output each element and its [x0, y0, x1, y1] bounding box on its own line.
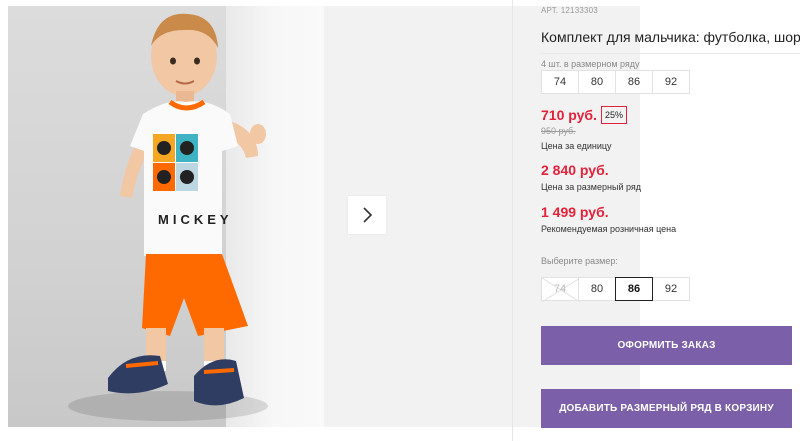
product-title: Комплект для мальчика: футболка, шорты [541, 29, 800, 45]
size-range-caption: 4 шт. в размерном ряду [541, 59, 640, 69]
rrp-price: 1 499 руб. [541, 204, 609, 220]
size-picker: 74 80 86 92 [541, 277, 690, 302]
unit-price: 710 руб. [541, 107, 597, 123]
size-option-label: 80 [590, 283, 604, 295]
chevron-right-icon [363, 207, 373, 223]
product-details: АРТ. 12133303 Комплект для мальчика: фут… [541, 0, 800, 441]
product-sku: АРТ. 12133303 [541, 6, 598, 15]
unit-price-caption: Цена за единицу [541, 141, 612, 151]
add-range-to-cart-button[interactable]: ДОБАВИТЬ РАЗМЕРНЫЙ РЯД В КОРЗИНУ [541, 389, 792, 428]
range-size-cell: 74 [541, 70, 579, 94]
size-option[interactable]: 92 [652, 277, 690, 301]
discount-badge: 25% [600, 106, 627, 124]
old-price: 950 руб. [541, 126, 576, 136]
size-option-label: 86 [627, 283, 641, 295]
rrp-price-caption: Рекомендуемая розничная цена [541, 224, 677, 234]
tshirt-print-text: MICKEY [158, 212, 233, 227]
size-option-unavailable: 74 [541, 277, 580, 302]
place-order-button[interactable]: ОФОРМИТЬ ЗАКАЗ [541, 326, 792, 365]
child-figure: MICKEY [108, 13, 266, 406]
range-price-caption: Цена за размерный ряд [541, 182, 642, 192]
range-size-cell: 80 [578, 70, 616, 94]
range-price: 2 840 руб. [541, 162, 609, 178]
range-size-cell: 92 [652, 70, 690, 94]
product-photo[interactable]: MICKEY [8, 6, 324, 427]
next-image-button[interactable] [348, 196, 386, 234]
size-option-label: 92 [664, 283, 678, 295]
size-picker-label: Выберите размер: [541, 256, 618, 266]
product-gallery: MICKEY [0, 0, 640, 441]
panel-divider [512, 0, 513, 441]
range-size-cell: 86 [615, 70, 653, 94]
size-option-label: 74 [553, 283, 567, 295]
size-option-selected[interactable]: 86 [615, 277, 653, 301]
size-range-row: 74 80 86 92 [541, 70, 690, 94]
unit-price-line: 710 руб. 25% [541, 106, 627, 124]
title-divider [541, 53, 800, 54]
size-option[interactable]: 80 [578, 277, 616, 301]
